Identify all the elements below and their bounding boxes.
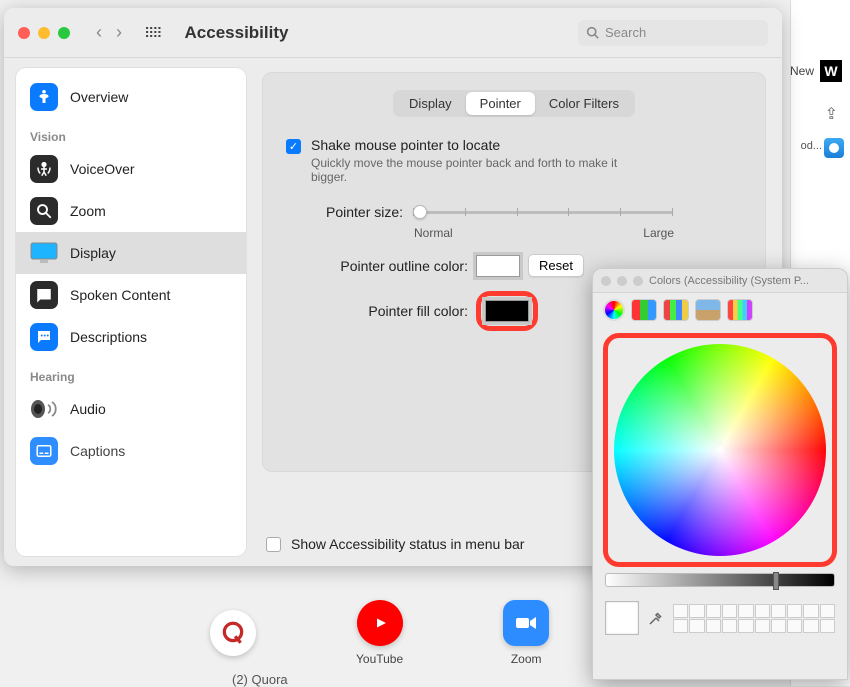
shake-pointer-checkbox[interactable]: ✓ xyxy=(286,139,301,154)
voiceover-icon xyxy=(30,155,58,183)
sidebar-label: Audio xyxy=(70,401,106,417)
fill-color-label: Pointer fill color: xyxy=(308,303,468,319)
picker-tab-wheel[interactable] xyxy=(603,299,625,321)
sidebar-item-voiceover[interactable]: VoiceOver xyxy=(16,148,246,190)
dock-label-quora: (2) Quora xyxy=(232,672,288,687)
fill-color-highlight xyxy=(476,291,538,331)
sidebar-section-hearing: Hearing xyxy=(16,358,246,388)
picker-minimize-button[interactable] xyxy=(617,276,627,286)
picker-zoom-button[interactable] xyxy=(633,276,643,286)
tab-pointer[interactable]: Pointer xyxy=(466,92,535,115)
dock-label: YouTube xyxy=(356,652,403,666)
zoom-icon xyxy=(30,197,58,225)
menubar-status-row: Show Accessibility status in menu bar xyxy=(266,536,524,552)
menubar-status-checkbox[interactable] xyxy=(266,537,281,552)
window-title: Accessibility xyxy=(185,23,289,43)
picker-title: Colors (Accessibility (System P... xyxy=(649,275,809,287)
shake-pointer-row: ✓ Shake mouse pointer to locate Quickly … xyxy=(286,137,742,184)
sidebar-item-overview[interactable]: Overview xyxy=(16,76,246,118)
menubar-status-label: Show Accessibility status in menu bar xyxy=(291,536,524,552)
pointer-size-row: Pointer size: xyxy=(326,202,742,222)
color-wheel-highlight xyxy=(603,333,837,567)
brightness-slider[interactable] xyxy=(605,573,835,587)
search-icon xyxy=(586,26,599,39)
pointer-size-label: Pointer size: xyxy=(326,204,403,220)
picker-tab-sliders[interactable] xyxy=(631,299,657,321)
reset-button[interactable]: Reset xyxy=(528,254,584,277)
shake-pointer-label: Shake mouse pointer to locate xyxy=(311,137,651,153)
close-window-button[interactable] xyxy=(18,27,30,39)
share-icon[interactable]: ⇪ xyxy=(825,104,838,124)
zoom-app-icon xyxy=(503,600,549,646)
sidebar-item-audio[interactable]: Audio xyxy=(16,388,246,430)
background-tab-w[interactable]: W xyxy=(820,60,842,82)
spoken-content-icon xyxy=(30,281,58,309)
audio-icon xyxy=(30,395,58,423)
display-icon xyxy=(30,239,58,267)
dock-item-zoom[interactable]: Zoom xyxy=(503,600,549,666)
overview-icon xyxy=(30,83,58,111)
sidebar-label: VoiceOver xyxy=(70,161,135,177)
pointer-size-min: Normal xyxy=(414,226,453,240)
sidebar-label: Captions xyxy=(70,443,125,459)
picker-bottom-row xyxy=(593,593,847,643)
safari-icon[interactable] xyxy=(824,138,844,158)
youtube-icon xyxy=(357,600,403,646)
picker-tab-image[interactable] xyxy=(695,299,721,321)
dock-item-quora[interactable] xyxy=(210,610,256,656)
descriptions-icon xyxy=(30,323,58,351)
search-placeholder: Search xyxy=(605,25,646,40)
zoom-window-button[interactable] xyxy=(58,27,70,39)
color-wheel-cursor[interactable] xyxy=(713,443,727,457)
picker-tab-palette[interactable] xyxy=(663,299,689,321)
dock-row: YouTube Zoom xyxy=(210,600,549,666)
window-controls xyxy=(18,27,70,39)
outline-color-label: Pointer outline color: xyxy=(308,258,468,274)
saved-swatches-grid[interactable] xyxy=(673,604,835,633)
titlebar: ‹ › ⠿⠿ Accessibility Search xyxy=(4,8,782,58)
fill-color-swatch[interactable] xyxy=(485,300,529,322)
pointer-size-max: Large xyxy=(643,226,674,240)
sidebar-label: Display xyxy=(70,245,116,261)
background-bookmark-label[interactable]: od... xyxy=(801,140,822,152)
sidebar-item-captions[interactable]: Captions xyxy=(16,430,246,472)
all-prefs-grid-icon[interactable]: ⠿⠿ xyxy=(144,30,161,36)
color-wheel[interactable] xyxy=(614,344,826,556)
forward-button[interactable]: › xyxy=(116,22,122,43)
brightness-knob[interactable] xyxy=(773,572,779,590)
picker-titlebar: Colors (Accessibility (System P... xyxy=(593,269,847,293)
picker-tab-pencils[interactable] xyxy=(727,299,753,321)
picker-close-button[interactable] xyxy=(601,276,611,286)
sidebar-item-zoom[interactable]: Zoom xyxy=(16,190,246,232)
dock-label: Zoom xyxy=(511,652,542,666)
eyedropper-icon[interactable] xyxy=(647,609,665,627)
slider-knob[interactable] xyxy=(413,205,427,219)
sidebar-label: Descriptions xyxy=(70,329,147,345)
sidebar-item-display[interactable]: Display xyxy=(16,232,246,274)
sidebar-item-spoken-content[interactable]: Spoken Content xyxy=(16,274,246,316)
captions-icon xyxy=(30,437,58,465)
back-button[interactable]: ‹ xyxy=(96,22,102,43)
picker-mode-tabs xyxy=(593,293,847,327)
tab-display[interactable]: Display xyxy=(395,92,466,115)
dock-item-youtube[interactable]: YouTube xyxy=(356,600,403,666)
sidebar: Overview Vision VoiceOver Zoom Displa xyxy=(16,68,246,556)
outline-color-swatch[interactable] xyxy=(476,255,520,277)
background-tab-new[interactable]: New xyxy=(790,64,814,78)
sidebar-label: Overview xyxy=(70,89,128,105)
shake-pointer-description: Quickly move the mouse pointer back and … xyxy=(311,156,651,184)
minimize-window-button[interactable] xyxy=(38,27,50,39)
sidebar-label: Zoom xyxy=(70,203,106,219)
color-picker-window: Colors (Accessibility (System P... xyxy=(592,268,848,680)
quora-icon xyxy=(210,610,256,656)
pointer-size-slider[interactable] xyxy=(413,202,673,222)
sidebar-item-descriptions[interactable]: Descriptions xyxy=(16,316,246,358)
sidebar-label: Spoken Content xyxy=(70,287,170,303)
sidebar-section-vision: Vision xyxy=(16,118,246,148)
tab-color-filters[interactable]: Color Filters xyxy=(535,92,633,115)
tab-bar: Display Pointer Color Filters xyxy=(393,90,635,117)
search-field[interactable]: Search xyxy=(578,20,768,46)
current-color-swatch[interactable] xyxy=(605,601,639,635)
